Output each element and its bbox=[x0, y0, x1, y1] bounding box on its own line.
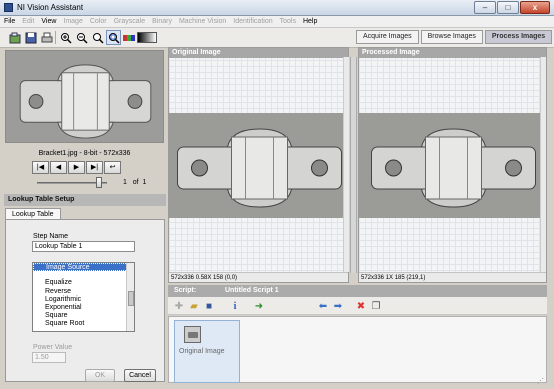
list-item[interactable]: Reverse bbox=[33, 288, 134, 296]
list-item[interactable]: Image Source bbox=[33, 263, 134, 272]
step-name-label: Step Name bbox=[33, 233, 69, 240]
menu-bar: File Edit View Image Color Grayscale Bin… bbox=[0, 16, 554, 28]
menu-identification[interactable]: Identification bbox=[229, 16, 275, 27]
menu-file[interactable]: File bbox=[0, 16, 18, 27]
run-once-icon[interactable]: ➜ bbox=[250, 299, 268, 313]
minimize-button[interactable]: – bbox=[474, 1, 496, 14]
script-step-card[interactable]: Original Image bbox=[174, 320, 240, 383]
original-image-pane[interactable]: Original Image 572x336 0.58X 158 (0,0) bbox=[168, 47, 349, 283]
image-filename: Bracket1.jpg - 8-bit - 572x336 bbox=[38, 150, 131, 157]
list-item bbox=[33, 271, 134, 279]
original-image bbox=[169, 113, 348, 218]
processed-image-header: Processed Image bbox=[359, 48, 546, 58]
save-icon[interactable] bbox=[23, 30, 38, 45]
list-scrollbar[interactable] bbox=[126, 263, 134, 331]
power-value-input[interactable]: 1.50 bbox=[32, 352, 66, 363]
maximize-button[interactable]: □ bbox=[497, 1, 519, 14]
setup-header: Lookup Table Setup bbox=[4, 194, 166, 206]
original-image-status: 572x336 0.58X 158 (0,0) bbox=[169, 272, 348, 282]
list-item[interactable]: Exponential bbox=[33, 304, 134, 312]
image-thumbnail-icon bbox=[184, 326, 201, 343]
ok-button[interactable]: OK bbox=[85, 369, 115, 382]
menu-binary[interactable]: Binary bbox=[148, 16, 175, 27]
list-item[interactable]: Equalize bbox=[33, 279, 134, 287]
menu-tools[interactable]: Tools bbox=[276, 16, 299, 27]
lut-type-list[interactable]: Image Source Equalize Reverse Logarithmi… bbox=[32, 262, 135, 332]
script-label: Script: bbox=[174, 287, 197, 294]
window-controls: – □ x bbox=[474, 1, 550, 14]
move-right-icon[interactable]: ➡ bbox=[331, 299, 345, 313]
processed-image-status: 572x336 1X 185 (219,1) bbox=[359, 272, 546, 282]
menu-grayscale[interactable]: Grayscale bbox=[110, 16, 149, 27]
lookup-table-icon[interactable] bbox=[137, 32, 157, 43]
image-thumbnail[interactable] bbox=[5, 50, 164, 143]
menu-color[interactable]: Color bbox=[86, 16, 110, 27]
menu-help[interactable]: Help bbox=[299, 16, 320, 27]
print-icon[interactable] bbox=[39, 30, 54, 45]
app-icon bbox=[4, 3, 13, 12]
original-image-header: Original Image bbox=[169, 48, 348, 58]
first-image-button[interactable]: |◀ bbox=[32, 161, 49, 174]
image-slider-handle[interactable] bbox=[96, 177, 102, 188]
step-name-input[interactable]: Lookup Table 1 bbox=[32, 241, 135, 252]
script-steps-area[interactable]: Original Image bbox=[168, 316, 547, 383]
tab-acquire-images[interactable]: Acquire Images bbox=[356, 30, 419, 44]
image-navigation: |◀ ◀ ▶ ▶| ↩ bbox=[32, 161, 121, 174]
zoom-1to1-icon[interactable] bbox=[90, 30, 105, 45]
mode-tabs: Acquire Images Browse Images Process Ima… bbox=[356, 30, 553, 44]
script-toolbar: ✚ ▰ ■ i ➜ ⬅ ➡ ✖ ❐ bbox=[168, 297, 547, 315]
menu-view[interactable]: View bbox=[37, 16, 59, 27]
tab-browse-images[interactable]: Browse Images bbox=[420, 30, 483, 44]
page-of-label: of bbox=[132, 179, 139, 186]
menu-edit[interactable]: Edit bbox=[18, 16, 37, 27]
menu-machine-vision[interactable]: Machine Vision bbox=[175, 16, 229, 27]
info-icon[interactable]: i bbox=[228, 299, 242, 313]
page-total: 1 bbox=[142, 179, 147, 186]
tab-process-images[interactable]: Process Images bbox=[484, 30, 553, 44]
last-image-button[interactable]: ▶| bbox=[86, 161, 103, 174]
processed-vertical-scrollbar[interactable] bbox=[540, 57, 546, 272]
processed-image-pane[interactable]: Processed Image 572x336 1X 185 (219,1) bbox=[358, 47, 547, 283]
cancel-button[interactable]: Cancel bbox=[124, 369, 156, 382]
original-vertical-scrollbar[interactable] bbox=[343, 57, 349, 272]
previous-image-button[interactable]: ◀ bbox=[50, 161, 67, 174]
script-header: Script: Untitled Script 1 bbox=[168, 285, 547, 297]
page-current: 1 bbox=[123, 179, 127, 186]
list-item[interactable]: Logarithmic bbox=[33, 296, 134, 304]
new-step-icon[interactable]: ✚ bbox=[172, 299, 186, 313]
zoom-out-icon[interactable] bbox=[74, 30, 89, 45]
list-scrollbar-thumb[interactable] bbox=[128, 291, 134, 306]
page-counter: 1 of 1 bbox=[123, 179, 146, 186]
delete-step-icon[interactable]: ✖ bbox=[354, 299, 368, 313]
open-script-icon[interactable]: ▰ bbox=[187, 299, 201, 313]
resize-grip-icon[interactable]: ⋰ bbox=[537, 377, 544, 385]
zoom-in-icon[interactable] bbox=[58, 30, 73, 45]
script-step-label: Original Image bbox=[179, 348, 225, 355]
color-palette-icon[interactable] bbox=[121, 30, 136, 45]
power-value-label: Power Value bbox=[33, 344, 73, 351]
save-script-icon[interactable]: ■ bbox=[202, 299, 216, 313]
menu-image[interactable]: Image bbox=[59, 16, 85, 27]
window-title: NI Vision Assistant bbox=[17, 3, 84, 12]
pane-splitter[interactable] bbox=[350, 57, 357, 273]
return-button[interactable]: ↩ bbox=[104, 161, 121, 174]
next-image-button[interactable]: ▶ bbox=[68, 161, 85, 174]
processed-image bbox=[359, 113, 546, 218]
bracket-image bbox=[6, 51, 163, 142]
title-bar: NI Vision Assistant – □ x bbox=[0, 0, 554, 16]
script-name: Untitled Script 1 bbox=[225, 287, 279, 294]
list-item[interactable]: Square bbox=[33, 312, 134, 320]
copy-step-icon[interactable]: ❐ bbox=[369, 299, 383, 313]
list-item[interactable]: Square Root bbox=[33, 320, 134, 328]
move-left-icon[interactable]: ⬅ bbox=[316, 299, 330, 313]
acquire-icon[interactable] bbox=[7, 30, 22, 45]
toolbar-separator bbox=[55, 31, 56, 44]
close-button[interactable]: x bbox=[520, 1, 550, 14]
zoom-fit-icon[interactable] bbox=[106, 30, 121, 45]
